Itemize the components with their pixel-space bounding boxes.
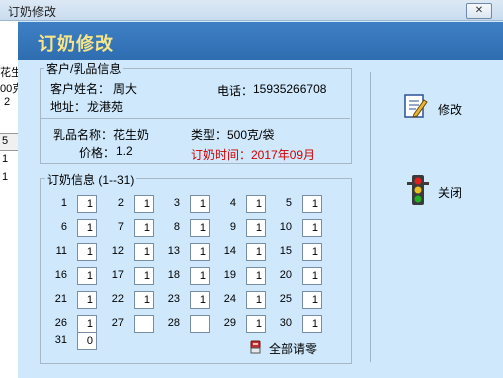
day-quantity-input[interactable]: 1 [302, 195, 322, 213]
day-label: 23 [167, 293, 180, 305]
day-quantity-input[interactable]: 1 [246, 267, 266, 285]
day-label: 9 [229, 221, 236, 233]
day-quantity-input[interactable]: 1 [190, 243, 210, 261]
day-quantity-input[interactable]: 1 [302, 219, 322, 237]
day-label: 21 [54, 293, 67, 305]
day-label: 20 [279, 269, 292, 281]
day-quantity-input[interactable]: 1 [302, 267, 322, 285]
day-quantity-input[interactable]: 0 [77, 332, 97, 350]
day-label: 16 [54, 269, 67, 281]
day-quantity-input[interactable]: 1 [134, 267, 154, 285]
edit-document-icon [404, 94, 428, 118]
modify-button[interactable]: 修改 [402, 92, 472, 124]
day-quantity-input[interactable]: 1 [77, 315, 97, 333]
phone-label: 电话： [217, 84, 254, 98]
day-quantity-input[interactable]: 1 [134, 219, 154, 237]
day-label: 10 [279, 221, 292, 233]
day-label: 7 [117, 221, 124, 233]
traffic-light-icon [407, 175, 429, 205]
day-quantity-input[interactable]: 1 [190, 219, 210, 237]
day-quantity-input[interactable]: 1 [134, 243, 154, 261]
day-label: 24 [223, 293, 236, 305]
window-title: 订奶修改 [8, 5, 57, 19]
day-quantity-input[interactable]: 1 [246, 243, 266, 261]
day-label: 29 [223, 317, 236, 329]
day-quantity-input[interactable]: 1 [77, 219, 97, 237]
day-quantity-input[interactable]: 1 [302, 291, 322, 309]
day-label: 15 [279, 245, 292, 257]
header-band: 订奶修改 [18, 22, 503, 60]
day-label: 11 [55, 245, 67, 257]
day-label: 8 [173, 221, 180, 233]
product-name-value: 花生奶 [113, 128, 150, 142]
day-quantity-input[interactable] [190, 315, 210, 333]
day-quantity-input[interactable]: 1 [246, 219, 266, 237]
order-time-value: 2017年09月 [251, 148, 316, 162]
day-quantity-input[interactable]: 1 [246, 291, 266, 309]
day-quantity-input[interactable]: 1 [134, 291, 154, 309]
clear-all-label: 全部请零 [269, 342, 318, 356]
header-title: 订奶修改 [38, 34, 114, 54]
day-label: 25 [279, 293, 292, 305]
phone-value: 15935266708 [253, 82, 327, 96]
day-quantity-input[interactable]: 1 [190, 291, 210, 309]
day-label: 18 [167, 269, 180, 281]
close-label: 关闭 [438, 186, 463, 200]
day-quantity-input[interactable]: 1 [302, 315, 322, 333]
window-close-button[interactable]: ✕ [466, 3, 492, 19]
day-quantity-input[interactable]: 1 [246, 315, 266, 333]
day-quantity-input[interactable]: 1 [134, 195, 154, 213]
close-button[interactable]: 关闭 [406, 174, 476, 208]
day-label: 4 [229, 197, 236, 209]
address-label: 地址： [50, 100, 87, 114]
customer-name-value: 周大 [113, 82, 138, 96]
day-label: 31 [54, 334, 67, 346]
type-value: 500克/袋 [227, 128, 275, 142]
day-quantity-input[interactable]: 1 [246, 195, 266, 213]
day-label: 14 [223, 245, 236, 257]
day-quantity-input[interactable]: 1 [77, 243, 97, 261]
day-label: 22 [111, 293, 124, 305]
day-label: 1 [60, 197, 67, 209]
day-label: 3 [173, 197, 180, 209]
price-value: 1.2 [116, 144, 133, 158]
day-quantity-input[interactable]: 1 [77, 267, 97, 285]
day-quantity-input[interactable]: 1 [190, 267, 210, 285]
day-label: 12 [111, 245, 124, 257]
modify-label: 修改 [438, 103, 463, 117]
day-label: 17 [111, 269, 124, 281]
order-info-legend: 订奶信息 (1--31) [45, 171, 137, 188]
customer-info-legend: 客户/乳品信息 [44, 60, 124, 77]
day-quantity-input[interactable]: 1 [190, 195, 210, 213]
info-divider [41, 118, 350, 119]
eraser-icon [250, 340, 261, 354]
product-name-label: 乳品名称： [53, 128, 114, 142]
day-label: 6 [60, 221, 67, 233]
day-label: 2 [117, 197, 124, 209]
day-label: 28 [167, 317, 180, 329]
clear-all-button[interactable]: 全部请零 [248, 338, 348, 358]
customer-name-label: 客户姓名： [50, 82, 111, 96]
day-label: 30 [279, 317, 292, 329]
day-label: 13 [167, 245, 180, 257]
type-label: 类型： [191, 128, 228, 142]
day-quantity-input[interactable]: 1 [77, 291, 97, 309]
title-bar[interactable]: 订奶修改 ✕ [0, 0, 503, 21]
day-label: 26 [54, 317, 67, 329]
day-label: 5 [285, 197, 292, 209]
action-panel-divider [370, 72, 371, 362]
day-label: 27 [111, 317, 124, 329]
day-quantity-input[interactable] [134, 315, 154, 333]
address-value: 龙港苑 [87, 100, 124, 114]
day-quantity-input[interactable]: 1 [77, 195, 97, 213]
order-time-label: 订奶时间： [191, 148, 252, 162]
order-edit-dialog: 订奶修改 ✕ 订奶修改 客户/乳品信息 客户姓名： 周大 电话： 1593526… [0, 0, 503, 378]
day-quantity-input[interactable]: 1 [302, 243, 322, 261]
day-label: 19 [223, 269, 236, 281]
price-label: 价格： [79, 146, 116, 160]
